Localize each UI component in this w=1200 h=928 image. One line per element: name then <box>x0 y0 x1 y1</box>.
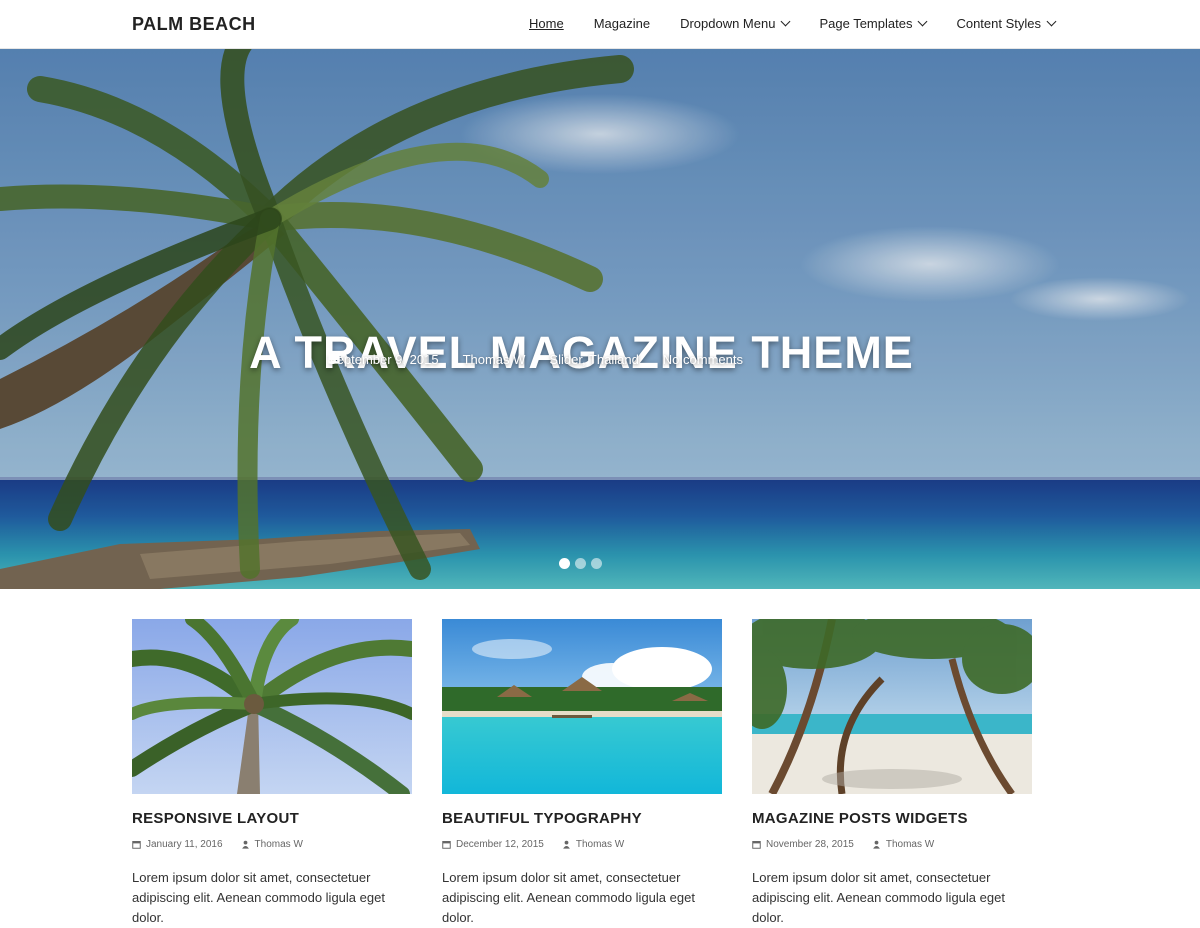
hero-author[interactable]: Thomas W <box>329 352 526 367</box>
hero-comments-text: No comments <box>662 352 743 367</box>
post-title[interactable]: RESPONSIVE LAYOUT <box>132 810 412 827</box>
nav-item-label: Content Styles <box>956 16 1041 31</box>
post-date-text: November 28, 2015 <box>766 839 854 850</box>
user-icon <box>241 840 249 849</box>
post-author-text: Thomas W <box>885 839 935 850</box>
post-meta: November 28, 2015 Thomas W <box>752 839 1032 850</box>
nav-item-page-templates[interactable]: Page Templates <box>819 16 928 31</box>
post-date[interactable]: December 12, 2015 <box>442 839 544 850</box>
post-thumbnail[interactable] <box>752 619 1032 794</box>
post-author[interactable]: Thomas W <box>562 839 624 850</box>
nav-item-label: Magazine <box>593 16 651 31</box>
post-meta: January 11, 2016 Thomas W <box>132 839 412 850</box>
user-icon <box>562 840 570 849</box>
post-author-text: Thomas W <box>575 839 625 850</box>
hero-slider[interactable]: A TRAVEL MAGAZINE THEME September 9, 201… <box>0 49 1200 589</box>
calendar-icon <box>752 841 761 849</box>
nav-item-magazine[interactable]: Magazine <box>594 16 650 31</box>
hero-author-text: Thomas W <box>462 352 526 367</box>
site-header: PALM BEACH Home Magazine Dropdown Menu P… <box>0 0 1200 49</box>
hero-categories[interactable]: Slider, Thailand <box>328 352 639 367</box>
slider-pagination <box>559 558 602 569</box>
post-excerpt: Lorem ipsum dolor sit amet, consectetuer… <box>132 870 385 925</box>
post-title[interactable]: BEAUTIFUL TYPOGRAPHY <box>442 810 722 827</box>
post-card: MAGAZINE POSTS WIDGETS November 28, 2015… <box>752 619 1032 928</box>
post-date[interactable]: November 28, 2015 <box>752 839 854 850</box>
post-date-text: January 11, 2016 <box>146 839 223 850</box>
comment-icon <box>329 354 339 363</box>
post-date-text: December 12, 2015 <box>456 839 544 850</box>
hero-meta: September 9, 2015 Thomas W Slider, Thail… <box>328 352 743 367</box>
chevron-down-icon <box>918 16 928 27</box>
post-author-text: Thomas W <box>254 839 303 850</box>
hero-image <box>0 49 1200 589</box>
post-excerpt: Lorem ipsum dolor sit amet, consectetuer… <box>752 870 1005 925</box>
nav-item-home[interactable]: Home <box>529 16 564 31</box>
slider-dot-3[interactable] <box>591 558 602 569</box>
calendar-icon <box>132 841 141 849</box>
post-excerpt: Lorem ipsum dolor sit amet, consectetuer… <box>442 870 695 925</box>
chevron-down-icon <box>781 16 791 27</box>
site-title[interactable]: PALM BEACH <box>132 14 256 35</box>
calendar-icon <box>442 841 451 849</box>
hero-date-text: September 9, 2015 <box>328 352 439 367</box>
main-navigation: Home Magazine Dropdown Menu Page Templat… <box>529 16 1057 31</box>
post-thumbnail[interactable] <box>132 619 412 794</box>
post-author[interactable]: Thomas W <box>872 839 934 850</box>
nav-item-label: Dropdown Menu <box>680 16 776 31</box>
post-card: BEAUTIFUL TYPOGRAPHY December 12, 2015 T… <box>442 619 722 928</box>
post-card: RESPONSIVE LAYOUT January 11, 2016 Thoma… <box>132 619 412 928</box>
nav-item-label: Page Templates <box>819 16 913 31</box>
post-title[interactable]: MAGAZINE POSTS WIDGETS <box>752 810 1032 827</box>
post-date[interactable]: January 11, 2016 <box>132 839 223 850</box>
post-meta: December 12, 2015 Thomas W <box>442 839 722 850</box>
chevron-down-icon <box>1046 16 1057 27</box>
post-author[interactable]: Thomas W <box>241 839 303 850</box>
post-thumbnail[interactable] <box>442 619 722 794</box>
user-icon <box>872 840 880 849</box>
nav-item-label: Home <box>529 16 564 31</box>
hero-categories-text: Slider, Thailand <box>549 352 639 367</box>
hero-comments[interactable]: No comments <box>329 352 743 367</box>
slider-dot-2[interactable] <box>575 558 586 569</box>
nav-item-content-styles[interactable]: Content Styles <box>956 16 1057 31</box>
slider-dot-1[interactable] <box>559 558 570 569</box>
nav-item-dropdown-menu[interactable]: Dropdown Menu <box>680 16 791 31</box>
hero-date[interactable]: September 9, 2015 <box>328 352 439 367</box>
